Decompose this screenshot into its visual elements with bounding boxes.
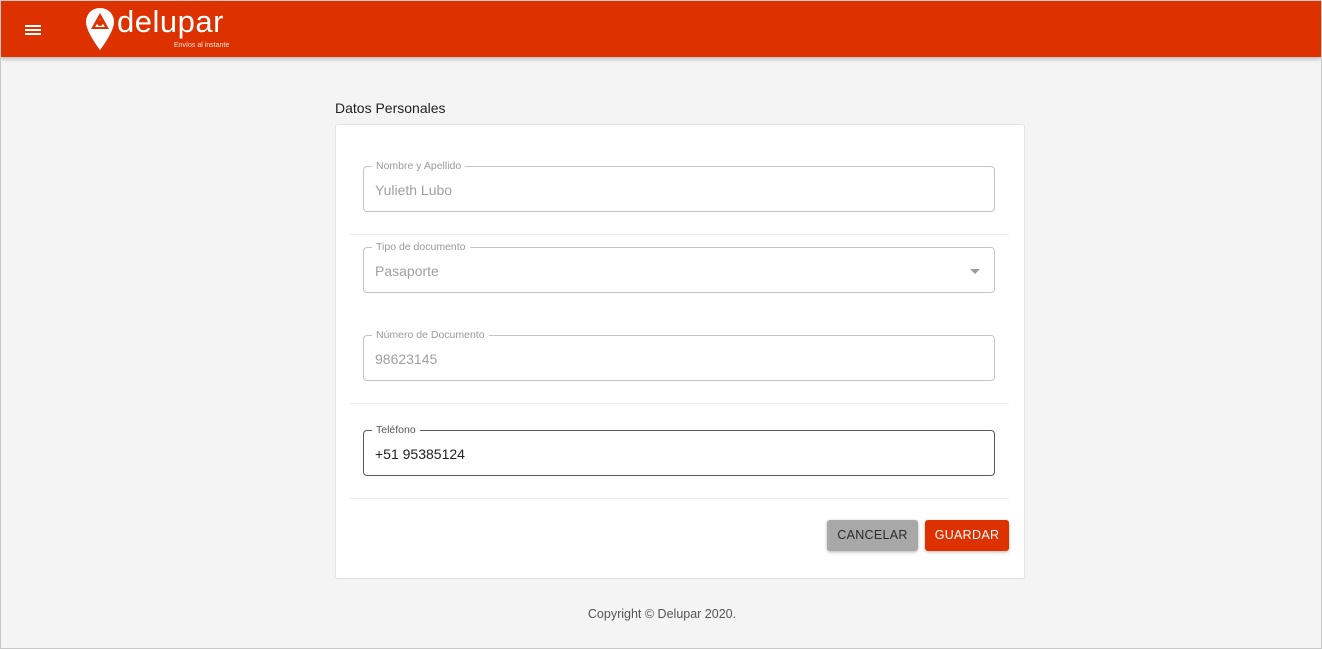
document-number-field[interactable]: Número de Documento 98623145 (363, 328, 995, 381)
dropdown-arrow-icon[interactable] (970, 269, 980, 274)
hamburger-menu-icon[interactable] (21, 20, 45, 40)
phone-field[interactable]: Teléfono +51 95385124 (363, 423, 995, 476)
footer-copyright: Copyright © Delupar 2020. (587, 607, 737, 621)
document-type-select[interactable]: Tipo de documento Pasaporte (363, 240, 995, 293)
phone-value[interactable]: +51 95385124 (375, 446, 465, 462)
personal-data-card: Nombre y Apellido Yulieth Lubo Tipo de d… (335, 124, 1025, 579)
full-name-value: Yulieth Lubo (375, 182, 453, 198)
document-number-value: 98623145 (375, 351, 438, 367)
divider (350, 498, 1009, 499)
app-frame: delupar Envíos al instante Datos Persona… (0, 0, 1322, 649)
brand-logo[interactable]: delupar Envíos al instante (85, 4, 245, 53)
location-pin-icon (86, 8, 114, 50)
full-name-field[interactable]: Nombre y Apellido Yulieth Lubo (363, 159, 995, 212)
save-button[interactable]: GUARDAR (925, 520, 1009, 551)
full-name-label: Nombre y Apellido (372, 159, 466, 173)
divider (350, 403, 1009, 404)
cancel-button[interactable]: CANCELAR (827, 520, 918, 551)
brand-name: delupar (117, 4, 224, 39)
document-type-value: Pasaporte (375, 263, 439, 279)
divider (350, 234, 1009, 235)
top-app-bar: delupar Envíos al instante (1, 1, 1321, 57)
brand-tagline: Envíos al instante (174, 42, 230, 49)
phone-label: Teléfono (372, 423, 420, 437)
section-title: Datos Personales (335, 100, 446, 116)
document-number-label: Número de Documento (372, 328, 489, 342)
document-type-label: Tipo de documento (372, 240, 470, 254)
